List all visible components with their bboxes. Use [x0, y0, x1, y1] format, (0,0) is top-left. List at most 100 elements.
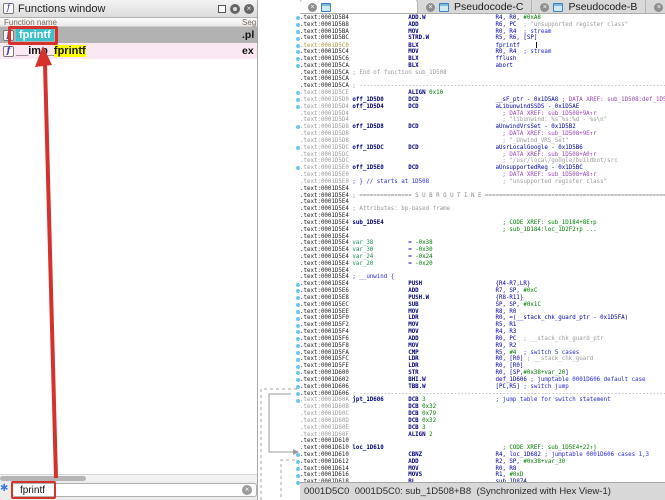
- asm-line[interactable]: .text:0001D5E4: [300, 186, 665, 193]
- asm-line[interactable]: .text:0001D5D8 ; DATA XREF: sub_1D508+9E…: [300, 131, 665, 138]
- asm-line[interactable]: .text:0001D616 MOVS R1, #0xD: [300, 472, 665, 479]
- text-cursor: [536, 42, 537, 48]
- asm-line[interactable]: .text:0001D5E4 var_24 = -0x24: [300, 254, 665, 261]
- asm-line[interactable]: .text:0001D5E4 var_30 = -0x30: [300, 247, 665, 254]
- column-segment[interactable]: Seg: [242, 18, 256, 27]
- restore-window-button[interactable]: [218, 5, 226, 13]
- disassembly-panel: ××Pseudocode-C×Pseudocode-B× .text:0001D…: [300, 0, 665, 500]
- filter-settings-icon[interactable]: ✱: [0, 483, 8, 494]
- asm-line[interactable]: .text:0001D5E4: [300, 234, 665, 241]
- asm-line[interactable]: .text:0001D5E8 PUSH.W {R8-R11}: [300, 295, 665, 302]
- asm-line[interactable]: .text:0001D5DC off_1D5DC DCD aUsrLocalGo…: [300, 145, 665, 152]
- clear-filter-icon[interactable]: ×: [242, 485, 252, 495]
- asm-line[interactable]: .text:0001D5CA ; End of function sub_1D5…: [300, 70, 665, 77]
- asm-line[interactable]: .text:0001D5D4 ; "libunwind: %s %s:%d - …: [300, 117, 665, 124]
- asm-line[interactable]: .text:0001D5E4 ; __unwind {: [300, 274, 665, 281]
- functions-window-title: Functions window: [18, 3, 214, 15]
- asm-line[interactable]: .text:0001D5EC SUB SP, SP, #0x1C: [300, 302, 665, 309]
- asm-line[interactable]: .text:0001D5D4 ; DATA XREF: sub_1D508+9A…: [300, 111, 665, 118]
- asm-line[interactable]: .text:0001D5E4 ; =============== S U B R…: [300, 193, 665, 200]
- asm-line[interactable]: .text:0001D5B8 ADD R6, PC ; "unsupported…: [300, 22, 665, 29]
- asm-line[interactable]: .text:0001D5E4 PUSH {R4-R7,LR}: [300, 281, 665, 288]
- asm-line[interactable]: .text:0001D5E0 ; } // starts at 1D508 ; …: [300, 179, 665, 186]
- view-doc-icon: [553, 3, 563, 12]
- asm-line[interactable]: .text:0001D5D8 off_1D5D8 DCD aUnwindVrsS…: [300, 124, 665, 131]
- asm-line[interactable]: .text:0001D5F0 LDR R0, =(__stack_chk_gua…: [300, 315, 665, 322]
- asm-line[interactable]: .text:0001D612 ADD R2, SP, #0x38+var_30: [300, 459, 665, 466]
- asm-line[interactable]: .text:0001D5CA ; -----------------------…: [300, 83, 665, 90]
- status-bar: 0001D5C0 0001D5C0: sub_1D508+B8 (Synchro…: [300, 482, 665, 500]
- asm-line[interactable]: .text:0001D5B4 ADD.W R4, R0, #0xA8: [300, 15, 665, 22]
- asm-line[interactable]: .text:0001D5C6 BLX fflush: [300, 56, 665, 63]
- asm-line[interactable]: .text:0001D5F6 ADD R0, PC ; __stack_chk_…: [300, 336, 665, 343]
- view-tab-0[interactable]: ×: [300, 0, 418, 14]
- asm-line[interactable]: .text:0001D60F ALIGN 2: [300, 432, 665, 439]
- asm-line[interactable]: .text:0001D5F4 MOV R4, R3: [300, 329, 665, 336]
- disassembly-listing[interactable]: .text:0001D5B4 ADD.W R4, R0, #0xA8.text:…: [300, 14, 665, 482]
- asm-line[interactable]: .text:0001D5E4: [300, 268, 665, 275]
- tab-label: Pseudocode-B: [568, 1, 637, 13]
- close-window-button[interactable]: ×: [244, 4, 254, 14]
- view-tab-Pseudocode-C[interactable]: ×Pseudocode-C: [418, 0, 532, 14]
- asm-line[interactable]: .text:0001D5C4 MOV R0, R4 ; stream: [300, 49, 665, 56]
- status-text: 0001D5C0 0001D5C0: sub_1D508+B8 (Synchro…: [304, 486, 611, 497]
- asm-line[interactable]: .text:0001D60A jpt_1D606 DCB 3 ; jump ta…: [300, 397, 665, 404]
- asm-line[interactable]: .text:0001D5D0 off_1D5D0 DCD __sF_ptr - …: [300, 97, 665, 104]
- annotation-box-filter: [11, 481, 56, 499]
- asm-line[interactable]: .text:0001D5CE ALIGN 0x10: [300, 90, 665, 97]
- asm-line[interactable]: .text:0001D5BA MOV R0, R4 ; stream: [300, 29, 665, 36]
- asm-line[interactable]: .text:0001D5F8 MOV R9, R2: [300, 343, 665, 350]
- asm-line[interactable]: .text:0001D606 TBB.W [PC,R5] ; switch ju…: [300, 384, 665, 391]
- close-tab-icon[interactable]: ×: [540, 3, 549, 12]
- asm-line[interactable]: .text:0001D5D4 off_1D5D4 DCD aLibunwindS…: [300, 104, 665, 111]
- asm-line[interactable]: .text:0001D5EE MOV R8, R0: [300, 309, 665, 316]
- asm-line[interactable]: .text:0001D5E0 off_1D5E0 DCD aUnsupporte…: [300, 165, 665, 172]
- asm-line[interactable]: .text:0001D610: [300, 438, 665, 445]
- function-window-icon: f: [3, 3, 14, 14]
- view-doc-icon: [321, 3, 331, 12]
- asm-line[interactable]: .text:0001D5E4 var_20 = -0x20: [300, 261, 665, 268]
- asm-line[interactable]: .text:0001D5F2 MOV R5, R1: [300, 322, 665, 329]
- asm-line[interactable]: .text:0001D5FC LDR R0, [R0] ; __stack_ch…: [300, 356, 665, 363]
- asm-line[interactable]: .text:0001D610 CBNZ R4, loc_1D682 ; jump…: [300, 452, 665, 459]
- functions-window-titlebar[interactable]: f Functions window ×: [0, 0, 257, 18]
- asm-line[interactable]: .text:0001D5E4 ; sub_1D184:loc_1D2F2↑p .…: [300, 227, 665, 234]
- asm-line[interactable]: .text:0001D5E4 ; Attributes: bp-based fr…: [300, 206, 665, 213]
- asm-line[interactable]: .text:0001D5C0 BLX fprintf: [300, 42, 665, 49]
- asm-line[interactable]: .text:0001D602 BHI.W def_1D606 ; jumptab…: [300, 377, 665, 384]
- view-tab-3[interactable]: ×: [646, 0, 665, 14]
- view-tab-Pseudocode-B[interactable]: × Pseudocode-B: [532, 0, 646, 14]
- asm-line[interactable]: .text:0001D5E4 var_38 = -0x38: [300, 240, 665, 247]
- asm-line[interactable]: .text:0001D60C DCB 0x79: [300, 411, 665, 418]
- close-tab-icon[interactable]: ×: [426, 3, 435, 12]
- asm-line[interactable]: .text:0001D60B DCB 0x32: [300, 404, 665, 411]
- function-row-imp-fprintf[interactable]: f __imp_fprintf ex: [0, 43, 257, 59]
- asm-line[interactable]: .text:0001D5FA CMP R5, #4 ; switch 5 cas…: [300, 350, 665, 357]
- asm-line[interactable]: .text:0001D614 MOV R0, R8: [300, 466, 665, 473]
- close-tab-icon[interactable]: ×: [308, 3, 317, 12]
- asm-line[interactable]: .text:0001D5DC ; DATA XREF: sub_1D508+A0…: [300, 152, 665, 159]
- asm-line[interactable]: .text:0001D5E4 sub_1D5E4 ; CODE XREF: su…: [300, 220, 665, 227]
- asm-line[interactable]: .text:0001D5DC ; "/usr/local/google/buil…: [300, 158, 665, 165]
- functions-window-panel: f Functions window × Function name Seg f…: [0, 0, 258, 500]
- detach-window-button[interactable]: [230, 4, 240, 14]
- asm-line[interactable]: .text:0001D5E4: [300, 199, 665, 206]
- asm-line[interactable]: .text:0001D5FE LDR R0, [R0]: [300, 363, 665, 370]
- asm-line[interactable]: .text:0001D610 loc_1D610 ; CODE XREF: su…: [300, 445, 665, 452]
- asm-line[interactable]: .text:0001D60E DCB 3: [300, 425, 665, 432]
- asm-line[interactable]: .text:0001D5E4: [300, 213, 665, 220]
- asm-line[interactable]: .text:0001D60D DCB 0x32: [300, 418, 665, 425]
- asm-line[interactable]: .text:0001D5CA: [300, 76, 665, 83]
- close-tab-icon[interactable]: ×: [654, 3, 663, 12]
- asm-line[interactable]: .text:0001D5CA BLX abort: [300, 63, 665, 70]
- annotation-arrow: [0, 44, 80, 480]
- function-item-icon: f: [3, 46, 14, 57]
- asm-line[interactable]: .text:0001D5E6 ADD R7, SP, #0xC: [300, 288, 665, 295]
- asm-line[interactable]: .text:0001D600 STR R0, [SP,#0x38+var_20]: [300, 370, 665, 377]
- view-tabbar: ××Pseudocode-C×Pseudocode-B×: [300, 0, 665, 14]
- annotation-box-function-row: [8, 26, 58, 45]
- asm-line[interactable]: .text:0001D5BC STRD.W R5, R6, [SP]: [300, 35, 665, 42]
- horizontal-scrollbar[interactable]: [0, 474, 257, 481]
- asm-line[interactable]: .text:0001D5D8 ; "_Unwind_VRS_Set": [300, 138, 665, 145]
- asm-line[interactable]: .text:0001D5E0 ; DATA XREF: sub_1D508+A8…: [300, 172, 665, 179]
